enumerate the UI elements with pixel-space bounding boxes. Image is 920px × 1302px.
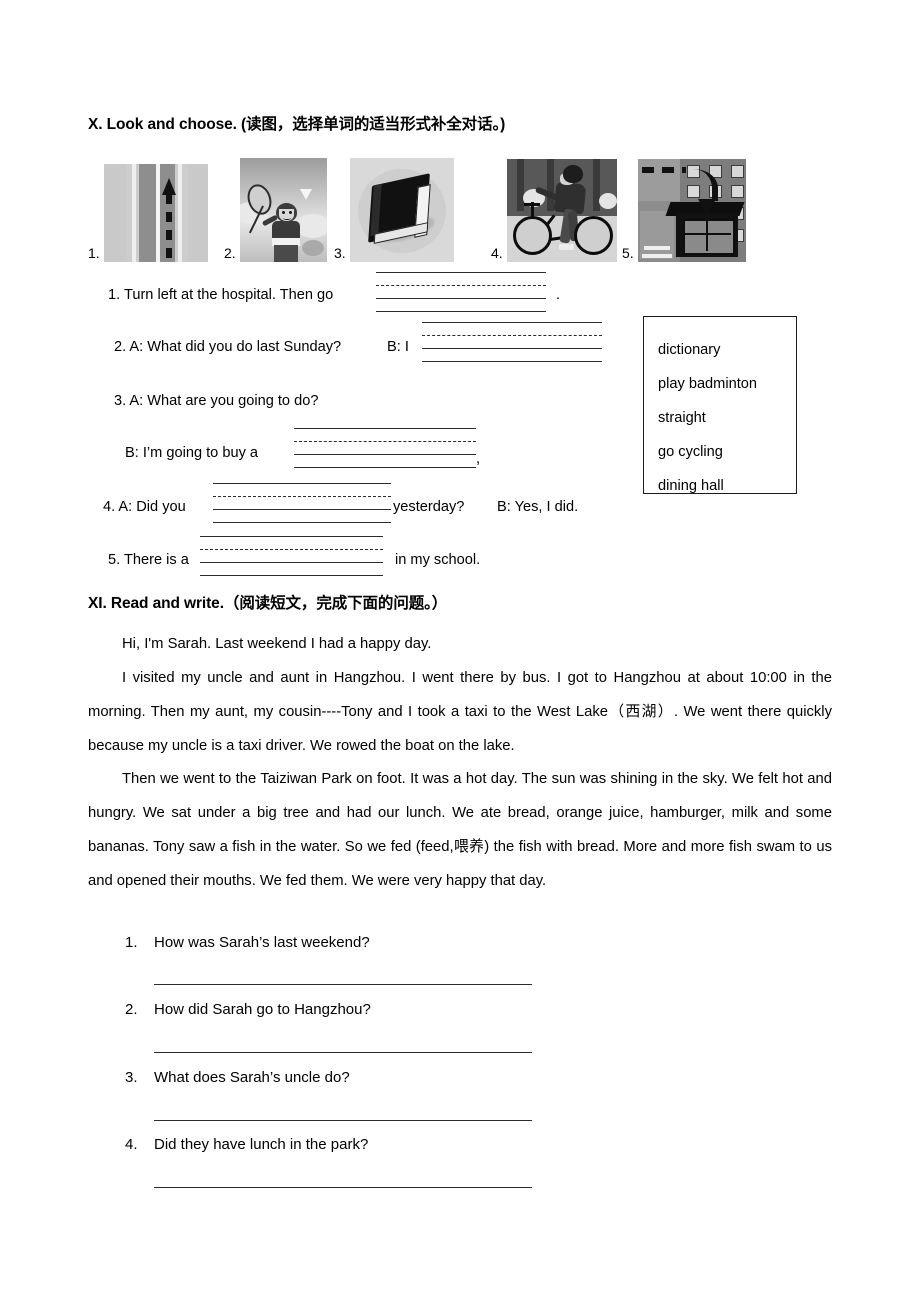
exercise-x-item-5-text: 5. There is a <box>108 552 189 568</box>
exercise-x-item-2-text: 2. A: What did you do last Sunday? <box>114 339 342 355</box>
passage-paragraph-1: Hi, I'm Sarah. Last weekend I had a happ… <box>88 627 832 661</box>
section-x-heading: X. Look and choose. (读图，选择单词的适当形式补全对话。) <box>88 116 506 133</box>
exercise-x-item-4-text: 4. A: Did you <box>103 499 186 515</box>
picture-number-4: 4. <box>491 245 503 261</box>
answer-rule-3[interactable] <box>154 1120 532 1121</box>
exercise-x-item-3b-text: B: I’m going to buy a <box>125 445 259 461</box>
answer-rule-2[interactable] <box>154 1052 532 1053</box>
word-bank-item-go-cycling[interactable]: go cycling <box>658 435 796 469</box>
passage-text-2: I visited my uncle and aunt in Hangzhou.… <box>88 670 832 754</box>
picture-item-3: 3. <box>334 150 454 262</box>
boy-playing-badminton-icon <box>239 158 327 262</box>
picture-number-3: 3. <box>334 245 346 261</box>
question-number-1: 1. <box>125 934 138 951</box>
question-text-2: How did Sarah go to Hangzhou? <box>154 1001 371 1018</box>
exercise-x-blank-1[interactable] <box>376 272 546 312</box>
exercise-x-blank-4[interactable] <box>213 483 391 523</box>
boy-riding-bicycle-icon <box>506 159 617 262</box>
passage-text-3: Then we went to the Taiziwan Park on foo… <box>88 771 832 889</box>
answer-rule-4[interactable] <box>154 1187 532 1188</box>
question-number-3: 3. <box>125 1069 138 1086</box>
answer-rule-1[interactable] <box>154 984 532 985</box>
exercise-x-blank-2[interactable] <box>422 322 602 362</box>
section-xi-heading: XI. Read and write.（阅读短文，完成下面的问题。） <box>88 595 448 612</box>
picture-item-4: 4. <box>491 150 617 262</box>
picture-item-5: 5. <box>622 150 746 262</box>
passage-paragraph-2: I visited my uncle and aunt in Hangzhou.… <box>88 661 832 763</box>
exercise-x-item-2-speaker-b: B: I <box>387 339 409 355</box>
question-text-4: Did they have lunch in the park? <box>154 1136 369 1153</box>
dictionary-book-icon <box>349 158 454 262</box>
picture-number-2: 2. <box>224 245 236 261</box>
exercise-x-item-5-suffix: in my school. <box>395 552 481 568</box>
word-bank-item-play-badminton[interactable]: play badminton <box>658 367 796 401</box>
question-text-3: What does Sarah’s uncle do? <box>154 1069 350 1086</box>
exercise-x-blank-5[interactable] <box>200 536 383 576</box>
exercise-x-item-3b-comma: , <box>476 451 481 467</box>
word-bank-item-straight[interactable]: straight <box>658 401 796 435</box>
worksheet-page: X. Look and choose. (读图，选择单词的适当形式补全对话。) … <box>0 0 920 1302</box>
word-bank-item-dictionary[interactable]: dictionary <box>658 333 796 367</box>
passage-text-1: Hi, I'm Sarah. Last weekend I had a happ… <box>122 636 432 652</box>
straight-road-arrow-icon <box>103 164 208 262</box>
exercise-x-item-1-text: 1. Turn left at the hospital. Then go <box>108 287 334 303</box>
picture-number-5: 5. <box>622 245 634 261</box>
dining-hall-building-icon <box>637 159 746 262</box>
picture-item-1: 1. <box>88 150 208 262</box>
exercise-x-item-3-text: 3. A: What are you going to do? <box>114 393 319 409</box>
exercise-x-blank-3[interactable] <box>294 428 476 468</box>
word-bank-item-dining-hall[interactable]: dining hall <box>658 469 796 503</box>
exercise-x-item-4-suffix: yesterday? <box>393 499 465 515</box>
exercise-x-item-1-period: . <box>556 287 561 303</box>
question-number-4: 4. <box>125 1136 138 1153</box>
picture-strip: 1. 2. 3. 4. 5. <box>88 150 828 265</box>
picture-item-2: 2. <box>224 150 327 262</box>
picture-number-1: 1. <box>88 245 100 261</box>
question-number-2: 2. <box>125 1001 138 1018</box>
word-bank: dictionary play badminton straight go cy… <box>643 316 797 494</box>
passage-paragraph-3: Then we went to the Taiziwan Park on foo… <box>88 762 832 898</box>
exercise-x-item-4-answer: B: Yes, I did. <box>497 499 579 515</box>
question-text-1: How was Sarah’s last weekend? <box>154 934 370 951</box>
